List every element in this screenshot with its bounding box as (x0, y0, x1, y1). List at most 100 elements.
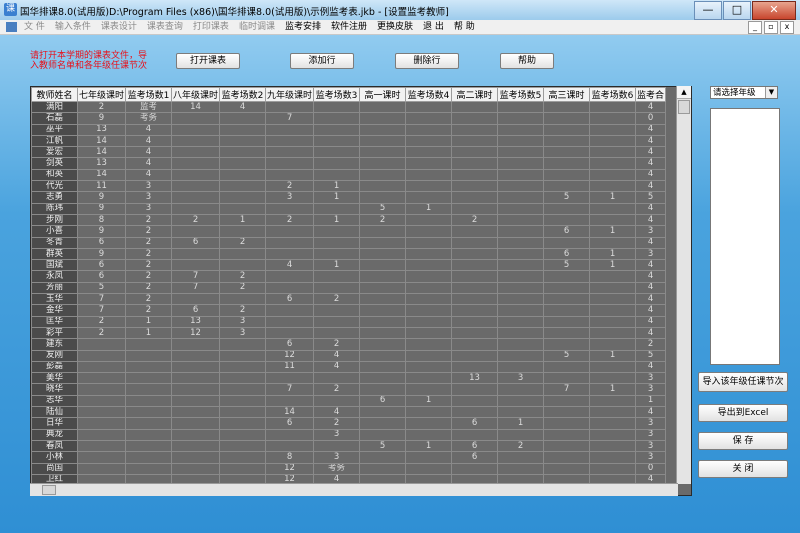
table-cell[interactable]: 2 (635, 338, 667, 351)
table-cell[interactable] (589, 123, 637, 136)
table-cell[interactable] (497, 462, 545, 475)
table-cell[interactable]: 14 (265, 406, 315, 419)
table-cell[interactable] (451, 406, 499, 419)
table-cell[interactable] (219, 349, 267, 362)
teacher-name-cell[interactable]: 日华 (31, 417, 78, 430)
table-cell[interactable] (359, 338, 407, 351)
teacher-name-cell[interactable]: 巫平 (31, 123, 78, 136)
table-cell[interactable] (497, 134, 545, 148)
table-cell[interactable] (405, 304, 453, 317)
table-cell[interactable]: 8 (265, 451, 315, 464)
table-cell[interactable]: 2 (359, 213, 407, 227)
table-cell[interactable] (125, 428, 173, 441)
table-cell[interactable] (359, 451, 407, 464)
table-cell[interactable] (543, 406, 591, 419)
table-cell[interactable] (405, 428, 453, 441)
table-cell[interactable]: 3 (313, 428, 361, 441)
table-cell[interactable]: 7 (171, 281, 221, 295)
table-cell[interactable]: 6 (265, 417, 315, 430)
table-cell[interactable] (265, 157, 315, 170)
table-cell[interactable]: 7 (543, 383, 591, 396)
table-cell[interactable] (313, 247, 361, 261)
table-cell[interactable] (589, 428, 637, 441)
table-cell[interactable] (359, 304, 407, 317)
table-cell[interactable]: 9 (76, 191, 127, 204)
table-row[interactable]: 代光 11 3 2 1 4 (31, 180, 667, 193)
table-cell[interactable] (265, 315, 315, 328)
table-cell[interactable]: 2 (125, 213, 173, 227)
table-cell[interactable] (219, 247, 267, 261)
grade-list[interactable] (710, 108, 780, 365)
table-cell[interactable]: 考务 (125, 112, 173, 125)
table-cell[interactable] (405, 349, 453, 362)
table-cell[interactable]: 3 (125, 191, 173, 204)
table-cell[interactable] (219, 191, 267, 204)
column-header[interactable]: 七年级课时 (76, 87, 127, 102)
table-cell[interactable] (543, 146, 591, 159)
table-row[interactable]: 志华 6 1 1 (31, 394, 667, 408)
table-cell[interactable] (171, 406, 221, 419)
table-cell[interactable]: 1 (635, 394, 667, 408)
horizontal-scroll-thumb[interactable] (42, 485, 56, 495)
teacher-name-cell[interactable]: 石磊 (31, 112, 78, 125)
table-cell[interactable] (265, 236, 315, 249)
teacher-name-cell[interactable]: 匡华 (31, 315, 78, 328)
table-cell[interactable] (359, 406, 407, 419)
table-cell[interactable]: 6 (76, 259, 127, 272)
table-row[interactable]: 彩平 2 1 12 3 4 (31, 326, 667, 340)
table-cell[interactable] (313, 439, 361, 453)
table-cell[interactable]: 7 (265, 383, 315, 396)
table-cell[interactable] (125, 439, 173, 453)
table-cell[interactable] (171, 360, 221, 374)
table-cell[interactable] (125, 394, 173, 408)
table-cell[interactable]: 9 (76, 112, 127, 125)
teacher-name-cell[interactable]: 志华 (31, 394, 78, 408)
table-row[interactable]: 志勇 9 3 3 1 5 1 5 (31, 191, 667, 204)
table-cell[interactable]: 1 (405, 394, 453, 408)
table-cell[interactable]: 2 (125, 259, 173, 272)
table-cell[interactable] (451, 202, 499, 215)
table-cell[interactable]: 4 (635, 157, 667, 170)
table-cell[interactable] (589, 100, 637, 114)
table-cell[interactable]: 13 (76, 123, 127, 136)
table-cell[interactable]: 3 (635, 383, 667, 396)
table-cell[interactable] (76, 372, 127, 385)
table-cell[interactable] (219, 383, 267, 396)
table-cell[interactable] (589, 281, 637, 295)
table-cell[interactable]: 2 (313, 338, 361, 351)
table-cell[interactable]: 5 (76, 281, 127, 295)
table-cell[interactable] (219, 293, 267, 306)
table-cell[interactable]: 2 (125, 293, 173, 306)
table-cell[interactable] (451, 134, 499, 148)
table-cell[interactable] (359, 270, 407, 283)
table-cell[interactable]: 6 (171, 304, 221, 317)
column-header[interactable]: 监考场数1 (125, 87, 173, 102)
table-cell[interactable]: 2 (219, 270, 267, 283)
table-cell[interactable] (543, 100, 591, 114)
table-cell[interactable] (589, 439, 637, 453)
table-cell[interactable]: 2 (76, 100, 127, 114)
table-cell[interactable]: 1 (313, 180, 361, 193)
table-cell[interactable]: 5 (635, 191, 667, 204)
table-cell[interactable] (219, 451, 267, 464)
chevron-down-icon[interactable]: ▼ (765, 87, 777, 98)
table-cell[interactable] (265, 372, 315, 385)
table-row[interactable]: 彭磊 11 4 4 (31, 360, 667, 374)
table-cell[interactable] (125, 360, 173, 374)
table-cell[interactable] (589, 360, 637, 374)
table-cell[interactable] (497, 406, 545, 419)
table-cell[interactable] (497, 146, 545, 159)
table-cell[interactable] (265, 146, 315, 159)
table-cell[interactable] (451, 360, 499, 374)
table-cell[interactable]: 2 (125, 247, 173, 261)
table-row[interactable]: 国斌 6 2 4 1 5 1 4 (31, 259, 667, 272)
table-cell[interactable] (359, 462, 407, 475)
table-cell[interactable] (171, 372, 221, 385)
table-cell[interactable] (497, 236, 545, 249)
table-cell[interactable] (359, 225, 407, 238)
table-cell[interactable]: 监考 (125, 100, 173, 114)
mdi-close-button[interactable]: x (780, 21, 794, 34)
table-cell[interactable] (265, 202, 315, 215)
table-cell[interactable] (405, 259, 453, 272)
table-cell[interactable]: 6 (265, 293, 315, 306)
